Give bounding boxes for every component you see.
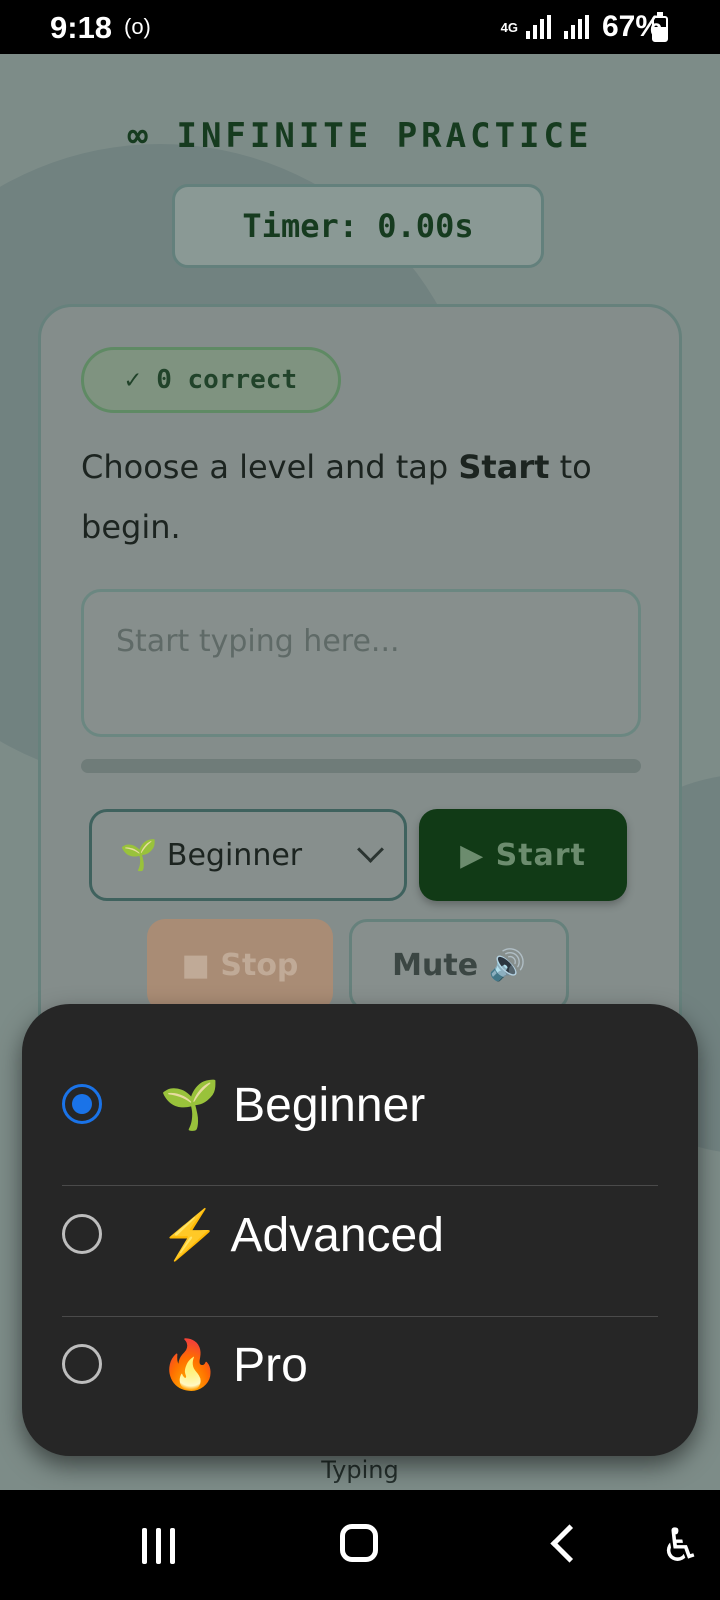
chevron-down-icon	[357, 836, 384, 863]
accessibility-icon[interactable]: ♿	[660, 1518, 701, 1572]
signal-icon	[525, 15, 554, 39]
instruction-bold: Start	[458, 448, 550, 486]
level-select[interactable]: 🌱 Beginner	[89, 809, 407, 901]
option-pro[interactable]: 🔥 Pro	[62, 1298, 658, 1430]
home-icon[interactable]	[340, 1524, 378, 1562]
status-bar: 9:18 (o) 4G 67%	[0, 0, 720, 54]
option-label: 🌱 Beginner	[160, 1078, 426, 1132]
level-select-value: 🌱 Beginner	[120, 837, 303, 873]
timer-display: Timer: 0.00s	[172, 184, 544, 268]
radio-icon[interactable]	[62, 1344, 102, 1384]
start-button[interactable]: ▶ Start	[419, 809, 627, 901]
status-right: 4G 67%	[501, 10, 662, 44]
option-label: 🔥 Pro	[160, 1338, 308, 1392]
level-picker-sheet: 🌱 Beginner ⚡ Advanced 🔥 Pro	[22, 1004, 698, 1456]
back-icon[interactable]	[550, 1524, 589, 1563]
stop-button[interactable]: ■ Stop	[147, 919, 333, 1011]
option-beginner[interactable]: 🌱 Beginner	[62, 1038, 658, 1170]
instruction-text: Choose a level and tap Start to begin.	[81, 437, 641, 557]
mute-button[interactable]: Mute 🔊	[349, 919, 569, 1011]
status-time: 9:18	[50, 10, 113, 45]
recents-icon[interactable]	[142, 1528, 184, 1564]
footer-label: Typing	[321, 1456, 399, 1484]
signal-icon-2	[563, 15, 592, 39]
navigation-bar: ♿	[0, 1490, 720, 1600]
typing-input[interactable]: Start typing here...	[81, 589, 641, 737]
hotspot-icon: (o)	[124, 14, 151, 39]
progress-bar	[81, 759, 641, 773]
radio-icon[interactable]	[62, 1214, 102, 1254]
option-label: ⚡ Advanced	[160, 1208, 444, 1262]
battery-icon	[652, 12, 668, 42]
radio-selected-icon[interactable]	[62, 1084, 102, 1124]
network-type-icon: 4G	[500, 19, 518, 35]
option-advanced[interactable]: ⚡ Advanced	[62, 1168, 658, 1300]
correct-badge: ✓ 0 correct	[81, 347, 341, 413]
page-title: ∞ INFINITE PRACTICE	[127, 116, 593, 156]
instruction-pre: Choose a level and tap	[81, 448, 459, 486]
